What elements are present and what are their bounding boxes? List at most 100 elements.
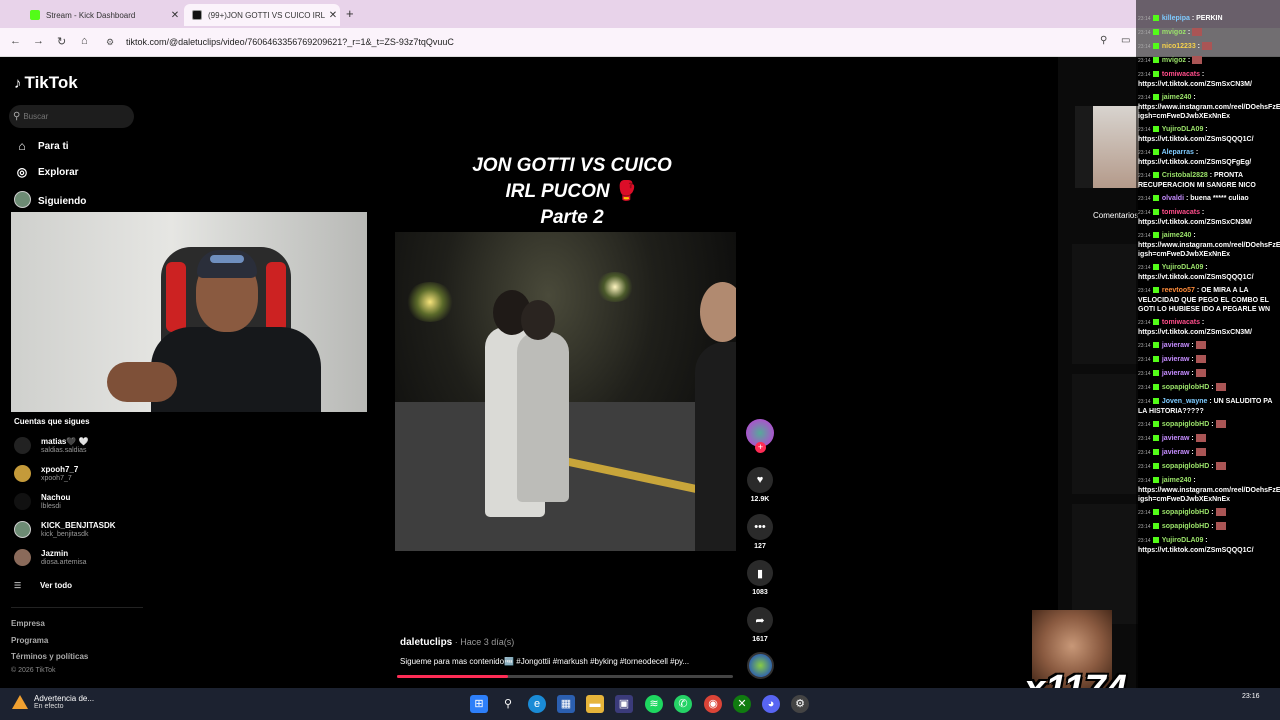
clock[interactable]: 23:16 (1242, 693, 1260, 700)
chat-username[interactable]: Joven_wayne (1160, 398, 1208, 405)
chat-time: 23:14 (1138, 72, 1152, 78)
ad-thumbnail[interactable] (1093, 106, 1139, 188)
nav-para-ti[interactable]: ⌂ Para ti (14, 139, 68, 153)
url-field[interactable]: ⚙ tiktok.com/@daletuclips/video/76064633… (106, 32, 1116, 52)
chat-username[interactable]: tomiwacats (1160, 319, 1200, 326)
see-all-link[interactable]: ☰ Ver todo (14, 581, 72, 590)
comment-button[interactable]: ••• 127 (744, 514, 776, 550)
chat-username[interactable]: YujiroDLA09 (1160, 126, 1204, 133)
cast-icon[interactable]: ▭ (1121, 35, 1130, 46)
video-player[interactable] (395, 232, 736, 551)
chat-message: 23:14 Cristobal2828 : PRONTA RECUPERACIO… (1138, 171, 1280, 190)
folder-icon[interactable]: ▬ (586, 695, 604, 713)
new-tab-button[interactable]: + (346, 6, 354, 21)
chat-text: https://vt.tiktok.com/ZSmSQFgEg/ (1138, 159, 1252, 166)
footer-link-empresa[interactable]: Empresa (11, 619, 45, 628)
chat-username[interactable]: javieraw (1160, 435, 1190, 442)
store-icon[interactable]: ▦ (557, 695, 575, 713)
nav-explorar[interactable]: ◎ Explorar (14, 165, 79, 179)
chat-time: 23:14 (1138, 30, 1152, 36)
following-item[interactable]: KICK_BENJITASDK kick_benjitasdk (14, 521, 116, 538)
chat-username[interactable]: Aleparras (1160, 149, 1194, 156)
video-progress-bar[interactable] (397, 675, 733, 678)
following-handle: xpooh7_7 (41, 475, 72, 482)
chat-username[interactable]: YujiroDLA09 (1160, 537, 1204, 544)
chat-message: 23:14 javieraw : (1138, 448, 1280, 458)
chat-username[interactable]: sopapiglobHD (1160, 509, 1209, 516)
kick-badge-icon (1152, 172, 1159, 179)
following-item[interactable]: xpooh7_7 xpooh7_7 (14, 465, 78, 482)
reload-icon[interactable]: ↻ (57, 35, 66, 48)
following-item[interactable]: matias🖤 🤍 saldias.saldias (14, 437, 89, 454)
spotify-icon[interactable]: ≋ (645, 695, 663, 713)
chat-username[interactable]: jaime240 (1160, 232, 1192, 239)
emote-icon (1195, 448, 1206, 457)
chat-username[interactable]: reevtoo57 (1160, 287, 1195, 294)
tab-tiktok-video[interactable]: (99+)JON GOTTI VS CUICO IRL ✕ (184, 4, 340, 26)
chat-username[interactable]: jaime240 (1160, 477, 1192, 484)
xbox-icon[interactable]: ✕ (733, 695, 751, 713)
chat-username[interactable]: tomiwacats (1160, 209, 1200, 216)
footer-link-programa[interactable]: Programa (11, 636, 48, 645)
chrome-icon[interactable]: ◉ (704, 695, 722, 713)
search-icon[interactable]: ⚲ (499, 695, 517, 713)
zoom-icon[interactable]: ⚲ (1100, 35, 1107, 46)
tiktok-logo[interactable]: ♪ TikTok (14, 73, 78, 93)
chat-username[interactable]: sopapiglobHD (1160, 421, 1209, 428)
back-arrow-icon[interactable]: ← (10, 35, 21, 47)
footer-link-terminos[interactable]: Términos y políticas (11, 652, 88, 661)
chat-username[interactable]: javieraw (1160, 342, 1190, 349)
chat-username[interactable]: javieraw (1160, 356, 1190, 363)
chat-username[interactable]: killepipa (1160, 15, 1190, 22)
like-button[interactable]: ♥ 12.9K (744, 467, 776, 503)
chat-username[interactable]: olvaldi (1160, 195, 1184, 202)
follow-plus-icon[interactable]: + (755, 442, 766, 453)
search-input[interactable] (23, 112, 124, 121)
chat-username[interactable]: sopapiglobHD (1160, 463, 1209, 470)
edge-icon[interactable]: e (528, 695, 546, 713)
comments-tab[interactable]: Comentarios (1093, 211, 1138, 220)
following-item[interactable]: Jazmin diosa.artemisa (14, 549, 87, 566)
settings-icon[interactable]: ⚙ (791, 695, 809, 713)
chat-time: 23:14 (1138, 44, 1152, 50)
chat-username[interactable]: YujiroDLA09 (1160, 264, 1204, 271)
chat-username[interactable]: Cristobal2828 (1160, 172, 1208, 179)
chat-username[interactable]: javieraw (1160, 449, 1190, 456)
discord-icon[interactable]: ◕ (762, 695, 780, 713)
forward-arrow-icon[interactable]: → (33, 35, 44, 47)
close-icon[interactable]: ✕ (326, 10, 340, 21)
chat-text: https://vt.tiktok.com/ZSmSQQQ1C/ (1138, 547, 1254, 554)
emote-icon (1215, 508, 1226, 517)
emote-icon (1195, 355, 1206, 364)
chair-accent (166, 262, 186, 332)
search-box[interactable]: ⚲ (9, 105, 134, 128)
chat-username[interactable]: sopapiglobHD (1160, 384, 1209, 391)
sound-disc[interactable] (747, 652, 774, 679)
chat-message: 23:14 Aleparras : https://vt.tiktok.com/… (1138, 148, 1280, 167)
video-author[interactable]: daletuclips · Hace 3 día(s) (400, 637, 514, 648)
share-button[interactable]: ➦ 1617 (744, 607, 776, 643)
person-head (521, 300, 555, 340)
chat-username[interactable]: jaime240 (1160, 94, 1192, 101)
title-line: JON GOTTI VS CUICO (472, 155, 672, 176)
nav-siguiendo[interactable]: Siguiendo (14, 191, 86, 211)
chat-username[interactable]: mvigoz (1160, 57, 1186, 64)
logo-text: TikTok (24, 73, 78, 92)
tab-kick-dashboard[interactable]: Stream - Kick Dashboard ✕ (22, 4, 182, 26)
chat-username[interactable]: mvigoz (1160, 29, 1186, 36)
close-icon[interactable]: ✕ (168, 10, 182, 21)
app-icon[interactable]: ▣ (615, 695, 633, 713)
chat-username[interactable]: tomiwacats (1160, 71, 1200, 78)
person (695, 342, 736, 551)
alert-widget[interactable]: Advertencia de... En efecto (12, 694, 94, 710)
following-item[interactable]: Nachou lblesdi (14, 493, 70, 510)
chat-username[interactable]: javieraw (1160, 370, 1190, 377)
whatsapp-icon[interactable]: ✆ (674, 695, 692, 713)
chat-message: 23:14 jaime240 : https://www.instagram.c… (1138, 93, 1280, 121)
chat-username[interactable]: nico12233 (1160, 43, 1196, 50)
save-button[interactable]: ▮ 1083 (744, 560, 776, 596)
windows-start-icon[interactable]: ⊞ (470, 695, 488, 713)
site-info-icon[interactable]: ⚙ (106, 37, 126, 48)
chat-username[interactable]: sopapiglobHD (1160, 523, 1209, 530)
home-icon[interactable]: ⌂ (81, 35, 88, 47)
